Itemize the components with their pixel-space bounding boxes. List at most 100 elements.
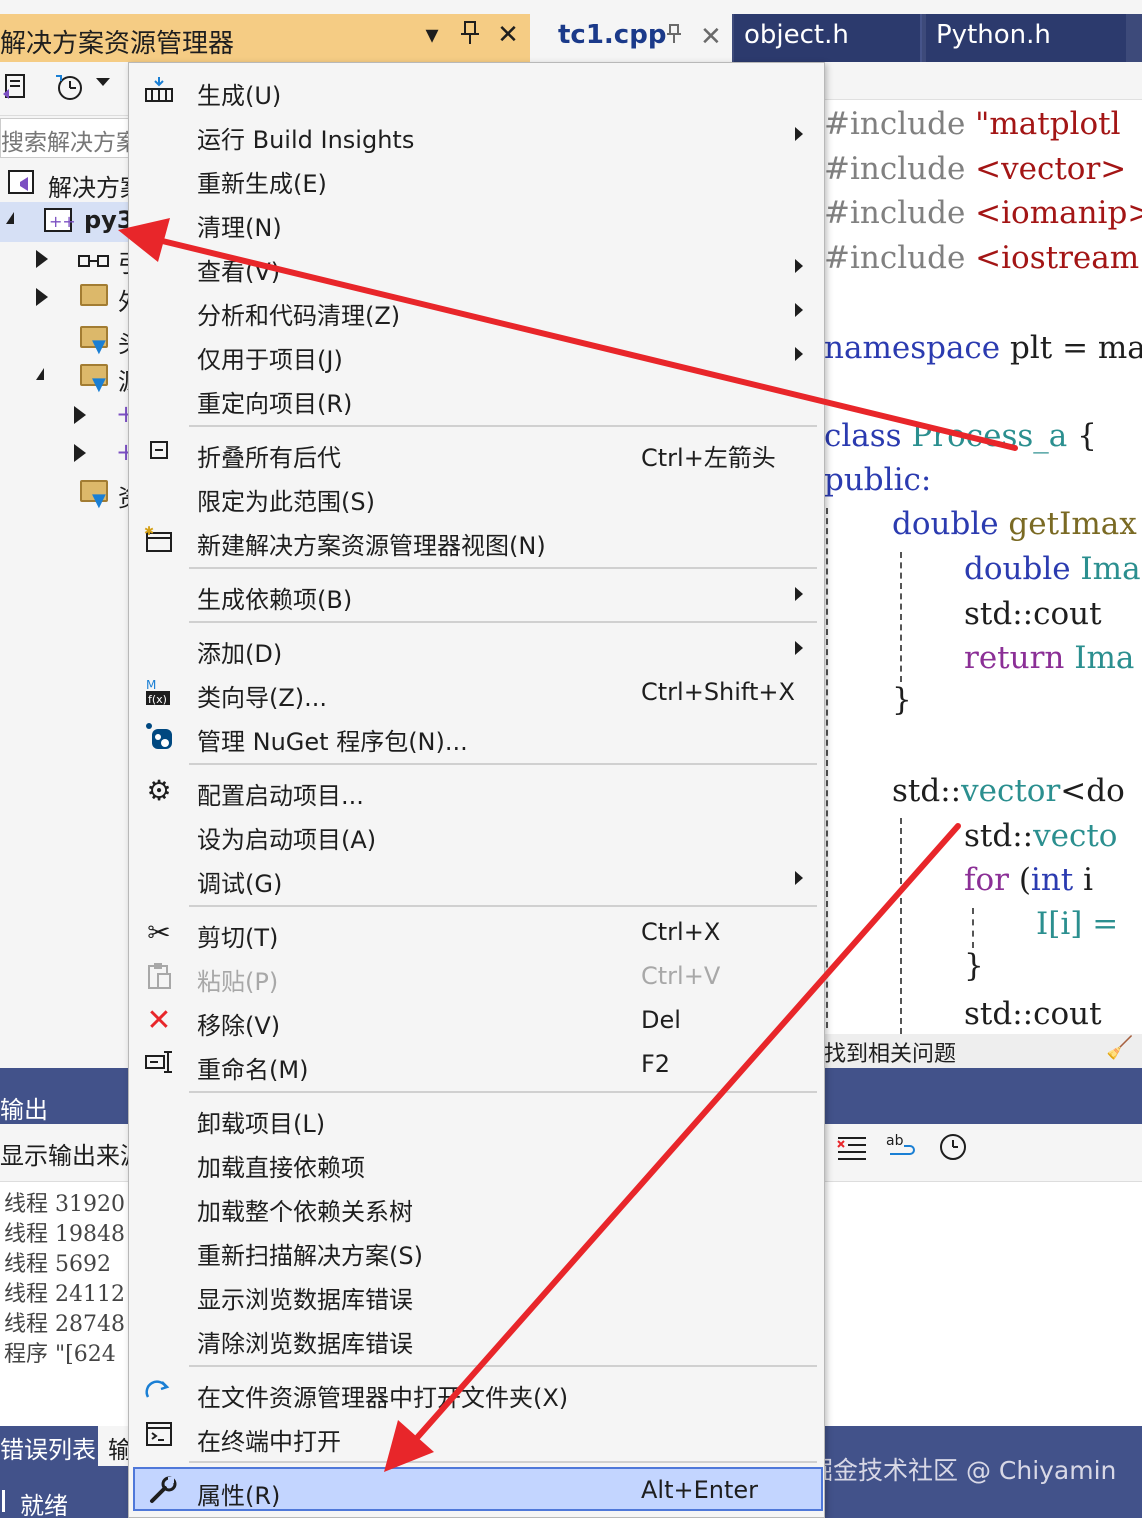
- editor-status-bar: 找到相关问题 🧹: [824, 1034, 1142, 1068]
- tree-item-label: 解决方案: [48, 174, 130, 202]
- menu-item-label: 重新生成(E): [197, 170, 327, 198]
- menu-item-view[interactable]: 查看(V): [131, 245, 821, 289]
- gear-icon: ⚙: [146, 774, 172, 807]
- menu-item-project-only[interactable]: 仅用于项目(J): [131, 333, 821, 377]
- menu-item-collapse-all[interactable]: 折叠所有后代 Ctrl+左箭头: [131, 431, 821, 475]
- menu-item-set-startup[interactable]: 设为启动项目(A): [131, 813, 821, 857]
- menu-item-unload[interactable]: 卸载项目(L): [131, 1097, 821, 1141]
- clock-icon[interactable]: [938, 1132, 968, 1169]
- menu-item-load-direct-deps[interactable]: 加载直接依赖项: [131, 1141, 821, 1185]
- menu-item-debug[interactable]: 调试(G): [131, 857, 821, 901]
- menu-item-build-insights[interactable]: 运行 Build Insights: [131, 113, 821, 157]
- expand-triangle-icon[interactable]: [36, 250, 48, 268]
- menu-item-rename[interactable]: 重命名(M) F2: [131, 1043, 821, 1087]
- code-line: for (int i: [964, 862, 1094, 898]
- indent-guide: [972, 908, 974, 948]
- collapse-icon: [143, 437, 175, 469]
- collapse-triangle-icon[interactable]: [36, 368, 44, 380]
- expand-triangle-icon[interactable]: [36, 288, 48, 306]
- menu-item-rescan[interactable]: 重新扫描解决方案(S): [131, 1229, 821, 1273]
- menu-item-retarget[interactable]: 重定向项目(R): [131, 377, 821, 421]
- tree-item-project[interactable]: ++ py3: [0, 202, 130, 242]
- solution-explorer-search-input[interactable]: 搜索解决方案: [0, 118, 130, 158]
- code-line: return Ima: [964, 640, 1135, 676]
- project-icon: ++: [44, 208, 76, 240]
- submenu-arrow-icon: [795, 303, 803, 317]
- menu-item-add[interactable]: 添加(D): [131, 627, 821, 671]
- menu-item-properties[interactable]: 属性(R) Alt+Enter: [133, 1467, 823, 1511]
- dropdown-icon[interactable]: ▾: [418, 20, 446, 53]
- rename-icon: [143, 1049, 175, 1081]
- menu-item-label: 加载直接依赖项: [197, 1154, 365, 1182]
- menu-item-open-terminal[interactable]: 在终端中打开: [131, 1415, 821, 1459]
- paste-icon: [143, 961, 175, 993]
- clear-all-icon[interactable]: [836, 1132, 868, 1169]
- tab-error-list[interactable]: 错误列表: [0, 1426, 96, 1466]
- expand-triangle-icon[interactable]: [74, 444, 86, 462]
- tab-output[interactable]: 输: [98, 1426, 132, 1466]
- menu-item-build-dependencies[interactable]: 生成依赖项(B): [131, 573, 821, 617]
- menu-item-clear-db-errors[interactable]: 清除浏览数据库错误: [131, 1317, 821, 1361]
- menu-item-show-db-errors[interactable]: 显示浏览数据库错误: [131, 1273, 821, 1317]
- editor-navigation-bar: [824, 62, 1142, 100]
- pin-icon[interactable]: [666, 22, 682, 52]
- remove-icon: ✕: [146, 1003, 172, 1038]
- menu-item-label: 添加(D): [197, 640, 283, 668]
- menu-item-rebuild[interactable]: 重新生成(E): [131, 157, 821, 201]
- tree-item-sources[interactable]: ▼ 源: [0, 358, 130, 398]
- watermark: 掘金技术社区 @ Chiyamin: [808, 1456, 1117, 1485]
- svg-text:f(x): f(x): [148, 693, 167, 706]
- menu-item-configure-startup[interactable]: ⚙ 配置启动项目...: [131, 769, 821, 813]
- history-dropdown-icon[interactable]: [96, 78, 110, 86]
- collapse-triangle-icon[interactable]: [6, 212, 14, 224]
- menu-item-remove[interactable]: ✕ 移除(V) Del: [131, 999, 821, 1043]
- menu-item-analyze[interactable]: 分析和代码清理(Z): [131, 289, 821, 333]
- menu-item-label: 属性(R): [197, 1482, 281, 1510]
- pin-icon[interactable]: [456, 20, 484, 53]
- tree-item-headers[interactable]: ▼ 头: [0, 320, 130, 360]
- menu-item-label: 生成依赖项(B): [197, 586, 353, 614]
- solution-explorer-title: 解决方案资源管理器: [0, 29, 235, 59]
- menu-item-cut[interactable]: ✂ 剪切(T) Ctrl+X: [131, 911, 821, 955]
- menu-separator: [189, 425, 817, 427]
- tab-python-h[interactable]: Python.h: [926, 14, 1126, 62]
- context-menu: 生成(U) 运行 Build Insights 重新生成(E) 清理(N) 查看…: [128, 62, 825, 1518]
- tab-tc1-cpp[interactable]: tc1.cpp ✕: [548, 14, 732, 62]
- tree-item-source-file[interactable]: +: [0, 396, 130, 436]
- menu-item-clean[interactable]: 清理(N): [131, 201, 821, 245]
- menu-item-new-view[interactable]: ✱ 新建解决方案资源管理器视图(N): [131, 519, 821, 563]
- word-wrap-icon[interactable]: ab: [886, 1132, 920, 1169]
- tree-item-source-file[interactable]: +: [0, 434, 130, 474]
- close-tab-icon[interactable]: ✕: [700, 22, 722, 52]
- menu-separator: [189, 763, 817, 765]
- tree-item-external[interactable]: 外: [0, 278, 130, 318]
- menu-item-load-dep-tree[interactable]: 加载整个依赖关系树: [131, 1185, 821, 1229]
- solution-icon: [8, 170, 38, 202]
- tree-item-resources[interactable]: ▼ 资: [0, 474, 130, 514]
- history-icon[interactable]: [52, 70, 86, 108]
- code-editor[interactable]: #include "matplotl #include <vector> #in…: [824, 62, 1142, 1034]
- solution-explorer-titlebar: 解决方案资源管理器 ▾ ✕: [0, 14, 530, 62]
- menu-item-label: 分析和代码清理(Z): [197, 302, 401, 330]
- tree-item-solution[interactable]: 解决方案: [0, 164, 130, 204]
- tab-object-h[interactable]: object.h: [734, 14, 922, 62]
- output-toolbar-icons: ab: [836, 1132, 968, 1169]
- menu-item-open-in-explorer[interactable]: 在文件资源管理器中打开文件夹(X): [131, 1371, 821, 1415]
- indent-guide: [900, 818, 902, 1034]
- tab-label: 错误列表: [0, 1436, 96, 1464]
- menu-item-build[interactable]: 生成(U): [131, 69, 821, 113]
- tree-item-references[interactable]: 引: [0, 240, 130, 280]
- svg-text:M: M: [146, 678, 156, 692]
- menu-item-nuget[interactable]: 管理 NuGet 程序包(N)...: [131, 715, 821, 759]
- expand-triangle-icon[interactable]: [74, 406, 86, 424]
- menu-item-scope[interactable]: 限定为此范围(S): [131, 475, 821, 519]
- close-icon[interactable]: ✕: [494, 20, 522, 53]
- sync-icon[interactable]: [2, 72, 28, 106]
- output-line: 线程 19848: [4, 1222, 125, 1247]
- submenu-arrow-icon: [795, 259, 803, 273]
- menu-item-class-wizard[interactable]: f(x) M 类向导(Z)... Ctrl+Shift+X: [131, 671, 821, 715]
- menu-item-label: 剪切(T): [197, 924, 279, 952]
- code-line: double getImax: [892, 506, 1137, 542]
- cleanup-icon[interactable]: 🧹: [1106, 1036, 1133, 1061]
- tree-item-label: py3: [84, 206, 130, 234]
